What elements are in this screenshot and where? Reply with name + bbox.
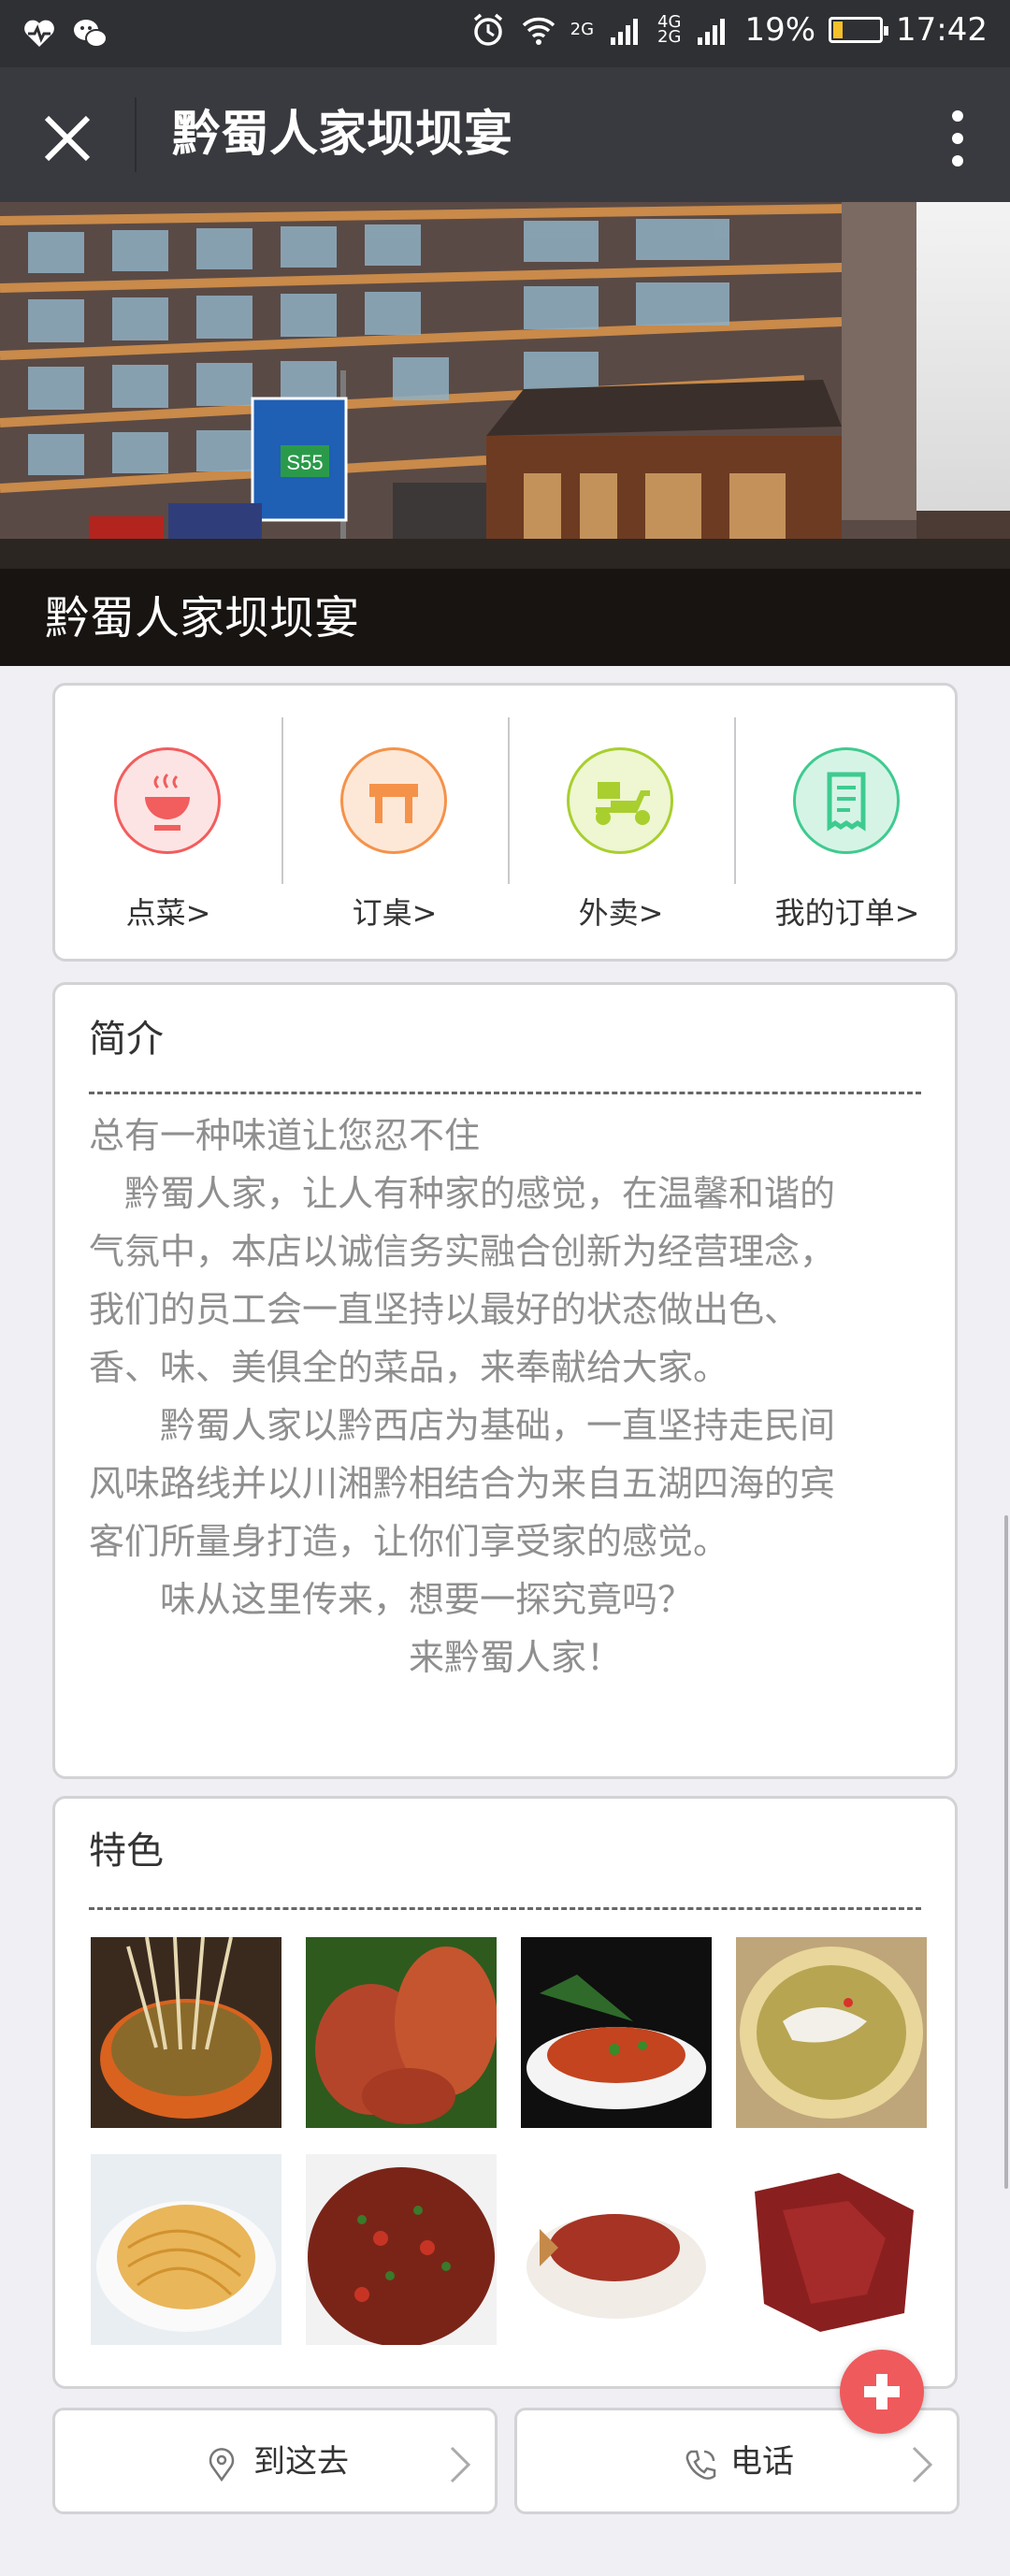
intro-divider bbox=[89, 1092, 921, 1094]
nav-label-takeout: 外卖> bbox=[578, 895, 664, 931]
status-bar: 2G 4G 2G 19% 17:42 bbox=[0, 0, 1010, 67]
network-4g-bottom: 2G bbox=[657, 27, 682, 47]
signal-icon-2 bbox=[698, 19, 726, 45]
call-label: 电话 bbox=[730, 2443, 794, 2481]
features-card: 特色 bbox=[52, 1796, 958, 2389]
nav-takeout[interactable]: 外卖> bbox=[508, 686, 734, 959]
beef-jerky-photo[interactable] bbox=[736, 2154, 927, 2345]
nav-label-order-dishes: 点菜> bbox=[125, 895, 211, 931]
title-bar: 黔蜀人家坝坝宴 bbox=[0, 67, 1010, 202]
intro-text: 总有一种味道让您忍不住 黔蜀人家，让人有种家的感觉，在温馨和谐的 气氛中，本店以… bbox=[89, 1107, 927, 1686]
features-title: 特色 bbox=[89, 1830, 164, 1873]
navigate-button[interactable]: 到这去 bbox=[52, 2408, 498, 2514]
bowl-icon bbox=[114, 747, 221, 854]
battery-icon bbox=[829, 17, 889, 43]
skewer-pot-photo[interactable] bbox=[91, 1937, 281, 2128]
hero-caption: 黔蜀人家坝坝宴 bbox=[0, 569, 1010, 666]
battery-percent: 19% bbox=[744, 11, 816, 49]
intro-line: 黔蜀人家，让人有种家的感觉，在温馨和谐的 bbox=[89, 1173, 836, 1214]
chevron-right-icon bbox=[912, 2446, 933, 2483]
intro-line: 味从这里传来，想要一探究竟吗？ bbox=[89, 1579, 694, 1620]
nav-my-orders[interactable]: 我的订单> bbox=[734, 686, 960, 959]
phone-icon bbox=[685, 2450, 716, 2480]
status-left bbox=[21, 15, 108, 52]
intro-title: 简介 bbox=[89, 1018, 164, 1061]
location-icon bbox=[209, 2448, 235, 2482]
wechat-icon bbox=[74, 20, 108, 48]
pickled-fish-photo[interactable] bbox=[736, 1937, 927, 2128]
page-title: 黔蜀人家坝坝宴 bbox=[172, 107, 513, 163]
intro-line: 来黔蜀人家！ bbox=[89, 1637, 623, 1678]
nav-label-my-orders: 我的订单> bbox=[774, 895, 920, 931]
scooter-icon bbox=[567, 747, 673, 854]
nav-label-reserve-table: 订桌> bbox=[352, 895, 438, 931]
noodles-photo[interactable] bbox=[91, 2154, 281, 2345]
nav-order-dishes[interactable]: 点菜> bbox=[55, 686, 281, 959]
intro-line: 香、味、美俱全的菜品，来奉献给大家。 bbox=[89, 1347, 729, 1388]
heartbeat-icon bbox=[24, 20, 54, 47]
intro-card: 简介 总有一种味道让您忍不住 黔蜀人家，让人有种家的感觉，在温馨和谐的 气氛中，… bbox=[52, 982, 958, 1779]
network-2g-label: 2G bbox=[570, 20, 595, 39]
chevron-right-icon bbox=[450, 2446, 471, 2483]
alarm-icon bbox=[473, 13, 502, 46]
roast-duck-photo[interactable] bbox=[306, 1937, 497, 2128]
fish-plate-photo[interactable] bbox=[521, 1937, 712, 2128]
battery-fill bbox=[833, 22, 844, 38]
hero-banner: S55 黔蜀人家坝坝宴 bbox=[0, 202, 1010, 666]
receipt-icon bbox=[793, 747, 900, 854]
features-divider bbox=[89, 1907, 921, 1910]
intro-line: 我们的员工会一直坚持以最好的状态做出色、 bbox=[89, 1289, 801, 1330]
intro-line: 气氛中，本店以诚信务实融合创新为经营理念， bbox=[89, 1231, 836, 1272]
scrollbar[interactable] bbox=[1004, 1515, 1008, 2189]
network-4g-label: 4G 2G bbox=[657, 14, 682, 47]
wifi-icon bbox=[522, 17, 555, 45]
intro-line: 客们所量身打造，让你们享受家的感觉。 bbox=[89, 1521, 729, 1562]
title-divider bbox=[135, 97, 137, 172]
intro-line: 风味路线并以川湘黔相结合为来自五湖四海的宾 bbox=[89, 1463, 836, 1504]
status-right: 2G 4G 2G 19% 17:42 bbox=[469, 11, 988, 49]
more-vertical-icon[interactable] bbox=[935, 105, 980, 172]
intro-line: 总有一种味道让您忍不住 bbox=[89, 1115, 481, 1156]
nav-reserve-table[interactable]: 订桌> bbox=[281, 686, 508, 959]
spicy-meat-photo[interactable] bbox=[306, 2154, 497, 2345]
table-icon bbox=[340, 747, 447, 854]
navigate-label: 到这去 bbox=[253, 2443, 349, 2481]
signal-icon bbox=[611, 19, 639, 45]
chili-fish-photo[interactable] bbox=[521, 2154, 712, 2345]
clock: 17:42 bbox=[896, 11, 988, 49]
intro-line: 黔蜀人家以黔西店为基础，一直坚持走民间 bbox=[89, 1405, 836, 1446]
plus-fab-button[interactable] bbox=[840, 2350, 924, 2434]
road-sign-number: S55 bbox=[286, 451, 323, 474]
restaurant-name: 黔蜀人家坝坝宴 bbox=[45, 592, 360, 644]
quick-actions-card: 点菜> 订桌> 外卖> 我的订单> bbox=[52, 683, 958, 962]
close-icon[interactable] bbox=[37, 109, 97, 168]
